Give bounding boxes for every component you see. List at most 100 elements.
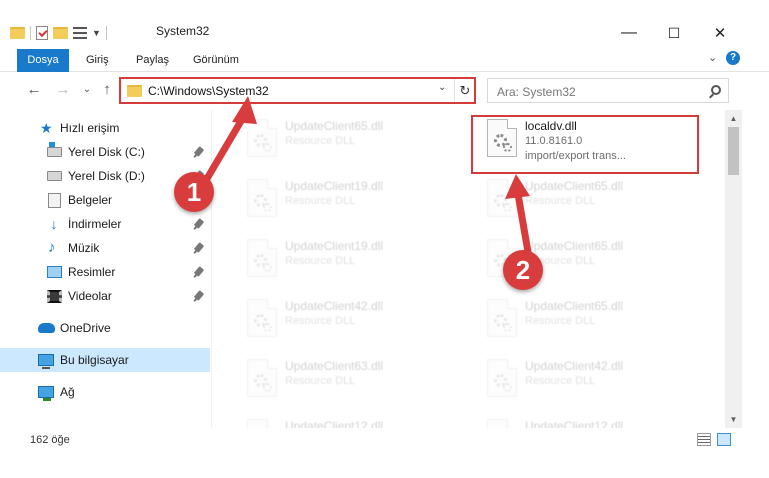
sidebar-item-label: Yerel Disk (D:) [68, 169, 145, 183]
dll-file-icon [247, 419, 277, 428]
file-name: UpdateClient12.dll [285, 419, 384, 428]
customize-toolbar-icon[interactable] [73, 27, 87, 39]
tab-gorunum[interactable]: Görünüm [183, 49, 249, 72]
sidebar-item-music[interactable]: ♪ Müzik [0, 236, 210, 260]
sidebar-item-network[interactable]: Ağ [0, 380, 210, 404]
drive-icon [47, 171, 62, 181]
dll-file-icon [247, 299, 277, 337]
sidebar-item-pictures[interactable]: Resimler [0, 260, 210, 284]
sidebar-item-this-pc[interactable]: Bu bilgisayar [0, 348, 210, 372]
dll-file-icon [487, 299, 517, 337]
step-1-badge: 1 [174, 172, 214, 212]
folder-icon[interactable] [10, 27, 25, 39]
file-name: UpdateClient63.dll [285, 359, 384, 373]
sidebar-item-onedrive[interactable]: OneDrive [0, 316, 210, 340]
toolbar-separator [30, 26, 31, 40]
file-type: Resource DLL [285, 255, 356, 267]
address-highlight-box [119, 77, 476, 104]
file-name: UpdateClient19.dll [285, 239, 384, 253]
search-placeholder[interactable]: Ara: System32 [497, 85, 576, 99]
pin-icon[interactable] [193, 146, 205, 157]
sidebar-item-label: Ağ [60, 385, 75, 399]
details-view-button[interactable] [697, 433, 711, 446]
new-folder-icon[interactable] [53, 27, 68, 39]
toolbar-separator [105, 26, 107, 40]
file-name: UpdateClient65.dll [285, 119, 384, 133]
file-item[interactable]: UpdateClient12.dll Resource DLL [233, 414, 463, 428]
tab-paylas[interactable]: Paylaş [126, 49, 179, 72]
dll-file-icon [247, 359, 277, 397]
file-item[interactable]: UpdateClient42.dll Resource DLL [233, 294, 463, 342]
ribbon-tabs: Dosya Giriş Paylaş Görünüm ⌄ ? [0, 46, 769, 72]
file-type: Resource DLL [525, 375, 596, 387]
up-button[interactable]: ↑ [97, 80, 117, 100]
help-icon[interactable]: ? [726, 51, 740, 65]
search-icon[interactable] [711, 85, 721, 95]
quick-access-toolbar: ▼ [10, 22, 107, 44]
document-icon [48, 192, 61, 208]
scroll-up-button[interactable]: ▲ [725, 110, 742, 127]
minimize-button[interactable]: — [606, 20, 652, 46]
dll-file-icon [487, 179, 517, 217]
dll-file-icon [487, 359, 517, 397]
pin-icon[interactable] [193, 242, 205, 253]
back-button[interactable]: ← [24, 80, 44, 100]
file-type: Resource DLL [285, 195, 356, 207]
file-type: Resource DLL [285, 375, 356, 387]
sidebar-item-downloads[interactable]: ↓ İndirmeler [0, 212, 210, 236]
scroll-down-button[interactable]: ▼ [725, 411, 742, 428]
file-name: UpdateClient19.dll [285, 179, 384, 193]
download-icon: ↓ [50, 216, 58, 232]
file-name: UpdateClient65.dll [525, 239, 624, 253]
pictures-icon [47, 266, 62, 278]
sidebar-item-videos[interactable]: Videolar [0, 284, 210, 308]
properties-icon[interactable] [36, 26, 48, 40]
title-bar: ▼ System32 — ☐ ✕ [0, 0, 769, 46]
file-item[interactable]: UpdateClient19.dll Resource DLL [233, 234, 463, 282]
window-bottom [0, 452, 769, 478]
music-icon: ♪ [48, 239, 56, 256]
sidebar-item-label: Hızlı erişim [60, 121, 120, 135]
file-item[interactable]: UpdateClient63.dll Resource DLL [233, 354, 463, 402]
file-item[interactable]: UpdateClient65.dll Resource DLL [473, 174, 703, 222]
scroll-thumb[interactable] [728, 127, 739, 175]
file-item[interactable]: UpdateClient12.dll Resource DLL [473, 414, 703, 428]
recent-locations-button[interactable]: ⌄ [77, 80, 97, 100]
maximize-button[interactable]: ☐ [651, 20, 697, 46]
file-type: Resource DLL [285, 315, 356, 327]
sidebar-item-label: Belgeler [68, 193, 113, 207]
dll-file-icon [247, 239, 277, 277]
chevron-down-icon[interactable]: ▼ [92, 28, 101, 38]
sidebar-item-label: Resimler [68, 265, 116, 279]
tab-dosya[interactable]: Dosya [17, 49, 69, 72]
cloud-icon [38, 323, 55, 333]
file-name: UpdateClient65.dll [525, 179, 624, 193]
file-item[interactable]: UpdateClient65.dll Resource DLL [473, 294, 703, 342]
sidebar-item-label: Müzik [68, 241, 100, 255]
pin-icon[interactable] [193, 218, 205, 229]
file-highlight-box [471, 115, 699, 174]
forward-button[interactable]: → [53, 80, 73, 100]
window-title: System32 [156, 24, 210, 38]
pin-icon[interactable] [193, 266, 205, 277]
file-item[interactable]: UpdateClient19.dll Resource DLL [233, 174, 463, 222]
search-box[interactable]: Ara: System32 [487, 78, 729, 103]
tab-giris[interactable]: Giriş [76, 49, 119, 72]
sidebar-item-disk-c[interactable]: Yerel Disk (C:) [0, 140, 210, 164]
pin-icon[interactable] [193, 290, 205, 301]
vertical-scrollbar[interactable]: ▲ ▼ [725, 110, 742, 428]
close-button[interactable]: ✕ [697, 20, 743, 46]
step-2-badge: 2 [503, 250, 543, 290]
file-type: Resource DLL [285, 135, 356, 147]
sidebar-item-label: İndirmeler [68, 217, 122, 231]
expand-ribbon-icon[interactable]: ⌄ [708, 51, 717, 64]
file-item[interactable]: UpdateClient42.dll Resource DLL [473, 354, 703, 402]
video-icon [47, 289, 62, 303]
sidebar-item-quick-access[interactable]: ★ Hızlı erişim [0, 116, 210, 140]
file-name: UpdateClient65.dll [525, 299, 624, 313]
tiles-view-button[interactable] [717, 433, 731, 446]
sidebar-item-label: Bu bilgisayar [60, 353, 129, 367]
drive-icon [47, 142, 62, 157]
file-item[interactable]: UpdateClient65.dll Resource DLL [233, 114, 463, 162]
navigation-pane: ★ Hızlı erişim Yerel Disk (C:) Yerel Dis… [0, 110, 212, 428]
